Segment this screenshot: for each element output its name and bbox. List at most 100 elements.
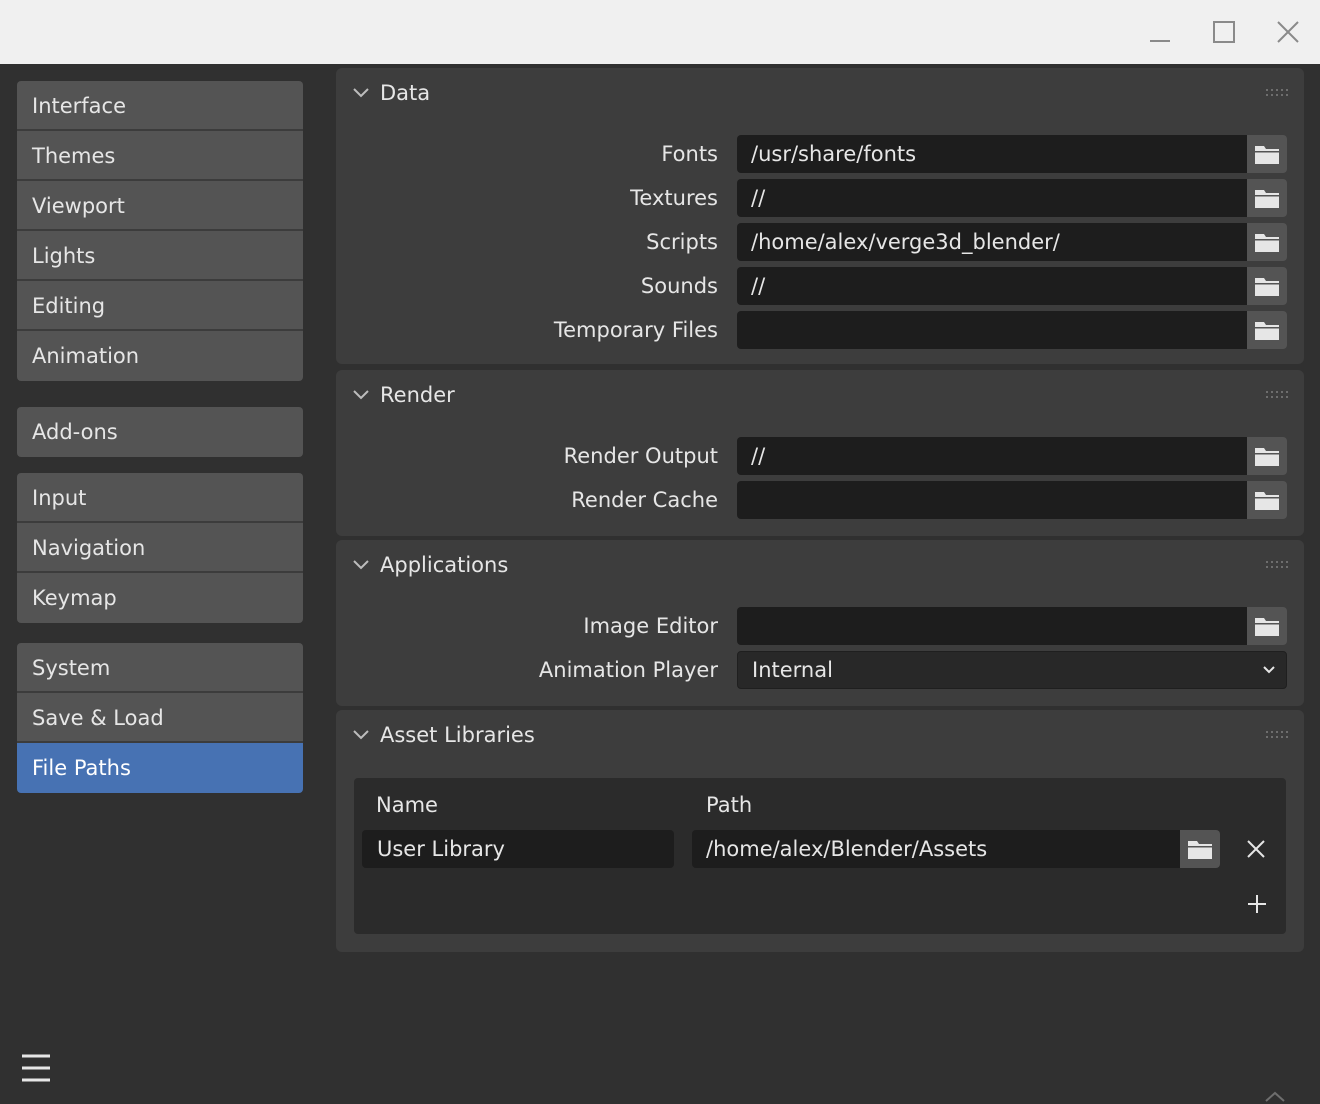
temporary-files-path-field[interactable] <box>737 311 1247 349</box>
textures-browse-button[interactable] <box>1247 179 1287 217</box>
close-icon <box>1277 21 1299 43</box>
render-output-path-field[interactable]: // <box>737 437 1247 475</box>
drag-handle-icon[interactable] <box>1266 730 1290 740</box>
panel-title: Applications <box>380 553 509 577</box>
drag-handle-icon[interactable] <box>1266 88 1290 98</box>
folder-icon <box>1255 146 1279 164</box>
image-editor-label: Image Editor <box>583 614 718 638</box>
sidebar-item-addons[interactable]: Add-ons <box>17 407 303 457</box>
folder-icon <box>1255 190 1279 208</box>
fonts-browse-button[interactable] <box>1247 135 1287 173</box>
sidebar-item-save-load[interactable]: Save & Load <box>17 693 303 743</box>
textures-label: Textures <box>630 186 718 210</box>
column-header-name: Name <box>376 793 438 817</box>
textures-row: Textures // <box>336 179 1304 217</box>
temporary-files-label: Temporary Files <box>553 318 718 342</box>
sounds-path-field[interactable]: // <box>737 267 1247 305</box>
folder-icon <box>1255 448 1279 466</box>
render-cache-path-field[interactable] <box>737 481 1247 519</box>
folder-icon <box>1255 492 1279 510</box>
maximize-button[interactable] <box>1208 16 1240 48</box>
fonts-label: Fonts <box>661 142 718 166</box>
animation-player-row: Animation Player Internal <box>336 651 1304 689</box>
chevron-up-icon[interactable] <box>1262 1088 1288 1104</box>
add-library-button[interactable] <box>1245 892 1269 916</box>
plus-icon <box>1248 895 1266 913</box>
chevron-down-icon <box>353 730 369 740</box>
animation-player-dropdown[interactable]: Internal <box>737 651 1287 689</box>
column-header-path: Path <box>706 793 753 817</box>
panel-data: Data Fonts /usr/share/fonts Textures // … <box>336 68 1304 364</box>
drag-handle-icon[interactable] <box>1266 390 1290 400</box>
chevron-down-icon <box>353 390 369 400</box>
library-name-field[interactable]: User Library <box>362 830 674 868</box>
sidebar-item-interface[interactable]: Interface <box>17 81 303 131</box>
panel-title: Data <box>380 81 431 105</box>
asset-libraries-list: Name Path User Library /home/alex/Blende… <box>354 778 1286 934</box>
panel-render: Render Render Output // Render Cache <box>336 370 1304 536</box>
chevron-down-icon <box>353 88 369 98</box>
library-browse-button[interactable] <box>1180 830 1220 868</box>
folder-icon <box>1188 841 1212 859</box>
sidebar-item-editing[interactable]: Editing <box>17 281 303 331</box>
image-editor-path-field[interactable] <box>737 607 1247 645</box>
sidebar-item-themes[interactable]: Themes <box>17 131 303 181</box>
scripts-path-field[interactable]: /home/alex/verge3d_blender/ <box>737 223 1247 261</box>
sidebar-item-animation[interactable]: Animation <box>17 331 303 381</box>
image-editor-browse-button[interactable] <box>1247 607 1287 645</box>
render-output-browse-button[interactable] <box>1247 437 1287 475</box>
temporary-files-browse-button[interactable] <box>1247 311 1287 349</box>
sounds-browse-button[interactable] <box>1247 267 1287 305</box>
sidebar-item-navigation[interactable]: Navigation <box>17 523 303 573</box>
sidebar-group-input: Input Navigation Keymap <box>17 473 303 623</box>
folder-icon <box>1255 234 1279 252</box>
close-window-button[interactable] <box>1272 16 1304 48</box>
sidebar-group-system: System Save & Load File Paths <box>17 643 303 793</box>
render-cache-browse-button[interactable] <box>1247 481 1287 519</box>
panel-asset-libraries-header[interactable]: Asset Libraries <box>336 710 1304 760</box>
render-output-row: Render Output // <box>336 437 1304 475</box>
image-editor-row: Image Editor <box>336 607 1304 645</box>
render-cache-label: Render Cache <box>571 488 718 512</box>
panel-data-header[interactable]: Data <box>336 68 1304 118</box>
sidebar-item-system[interactable]: System <box>17 643 303 693</box>
chevron-down-icon <box>1263 666 1275 674</box>
sidebar-item-lights[interactable]: Lights <box>17 231 303 281</box>
panel-asset-libraries: Asset Libraries Name Path User Library /… <box>336 710 1304 952</box>
render-output-label: Render Output <box>563 444 718 468</box>
close-icon <box>1247 840 1265 858</box>
drag-handle-icon[interactable] <box>1266 560 1290 570</box>
maximize-icon <box>1213 21 1235 43</box>
library-path-field[interactable]: /home/alex/Blender/Assets <box>692 830 1180 868</box>
fonts-row: Fonts /usr/share/fonts <box>336 135 1304 173</box>
minimize-icon <box>1150 40 1170 42</box>
panel-title: Asset Libraries <box>380 723 535 747</box>
sidebar-item-input[interactable]: Input <box>17 473 303 523</box>
sidebar-item-file-paths[interactable]: File Paths <box>17 743 303 793</box>
sidebar-item-keymap[interactable]: Keymap <box>17 573 303 623</box>
hamburger-menu-icon <box>22 1054 50 1082</box>
animation-player-label: Animation Player <box>538 658 718 682</box>
remove-library-button[interactable] <box>1244 837 1268 861</box>
textures-path-field[interactable]: // <box>737 179 1247 217</box>
folder-icon <box>1255 322 1279 340</box>
minimize-button[interactable] <box>1144 16 1176 48</box>
animation-player-value: Internal <box>752 658 833 682</box>
scripts-browse-button[interactable] <box>1247 223 1287 261</box>
panel-applications: Applications Image Editor Animation Play… <box>336 540 1304 706</box>
sounds-row: Sounds // <box>336 267 1304 305</box>
sidebar-item-viewport[interactable]: Viewport <box>17 181 303 231</box>
chevron-down-icon <box>353 560 369 570</box>
folder-icon <box>1255 618 1279 636</box>
temporary-files-row: Temporary Files <box>336 311 1304 349</box>
scripts-row: Scripts /home/alex/verge3d_blender/ <box>336 223 1304 261</box>
panel-applications-header[interactable]: Applications <box>336 540 1304 590</box>
preferences-menu-button[interactable] <box>17 1047 55 1089</box>
fonts-path-field[interactable]: /usr/share/fonts <box>737 135 1247 173</box>
window-titlebar <box>0 0 1320 64</box>
panel-title: Render <box>380 383 455 407</box>
folder-icon <box>1255 278 1279 296</box>
scripts-label: Scripts <box>646 230 718 254</box>
sidebar-group-general: Interface Themes Viewport Lights Editing… <box>17 81 303 381</box>
panel-render-header[interactable]: Render <box>336 370 1304 420</box>
